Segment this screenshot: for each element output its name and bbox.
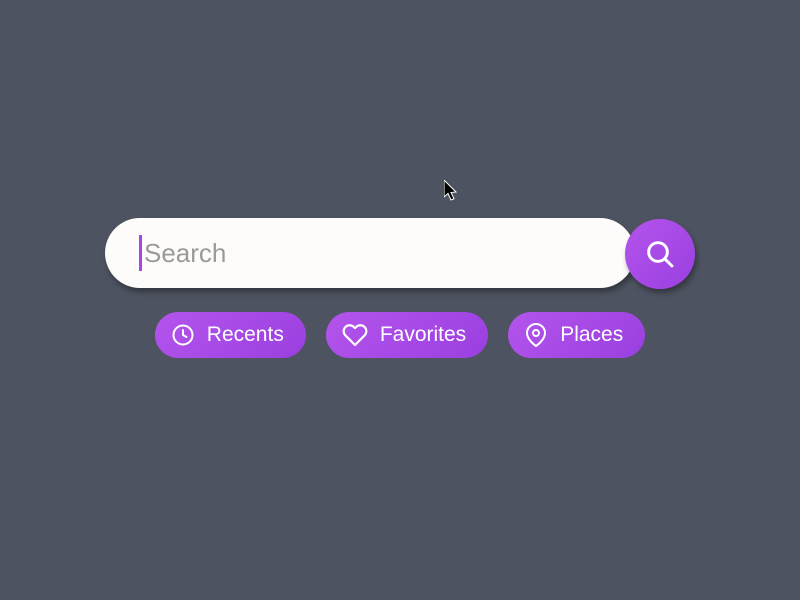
chip-label: Places — [560, 323, 623, 347]
chip-places[interactable]: Places — [508, 312, 645, 358]
search-input[interactable] — [144, 238, 564, 269]
chip-recents[interactable]: Recents — [155, 312, 306, 358]
heart-icon — [342, 322, 368, 348]
search-bar[interactable] — [105, 218, 635, 288]
mouse-cursor-icon — [444, 180, 462, 209]
search-button[interactable] — [625, 219, 695, 289]
search-icon — [644, 238, 676, 270]
chip-label: Recents — [207, 323, 284, 347]
search-bar-wrapper — [105, 218, 695, 288]
filter-chips: Recents Favorites Places — [155, 312, 645, 358]
search-container: Recents Favorites Places — [105, 218, 695, 358]
clock-icon — [171, 323, 195, 347]
pin-icon — [524, 323, 548, 347]
chip-favorites[interactable]: Favorites — [326, 312, 488, 358]
chip-label: Favorites — [380, 323, 466, 347]
text-cursor — [139, 235, 142, 271]
